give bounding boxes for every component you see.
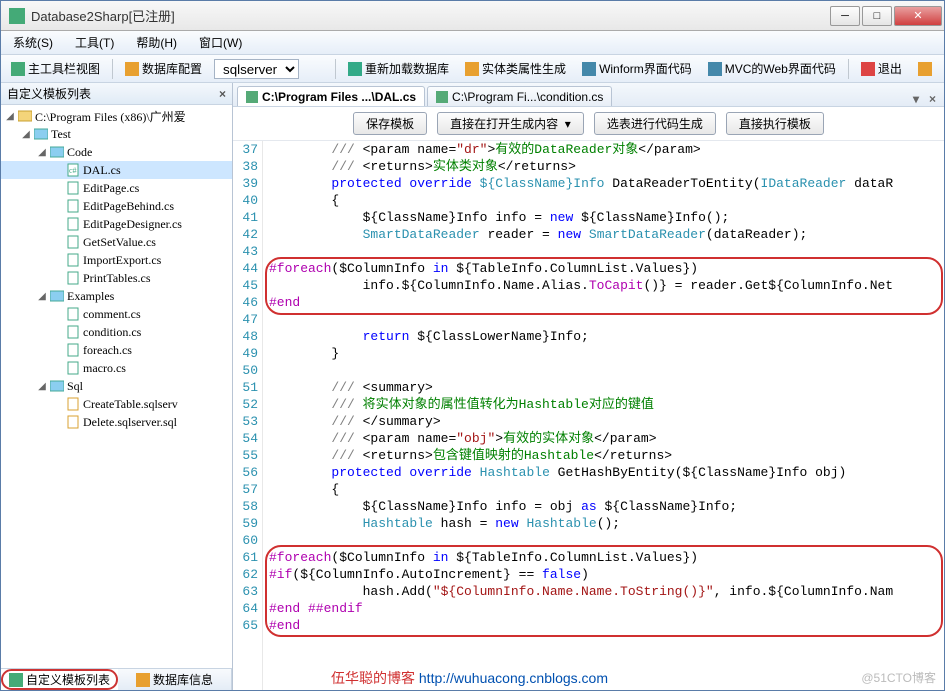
tab-condition[interactable]: C:\Program Fi...\condition.cs <box>427 86 612 106</box>
tree-folder-test[interactable]: ◢Test <box>1 125 232 143</box>
tree-item[interactable]: macro.cs <box>1 359 232 377</box>
maximize-button[interactable]: □ <box>862 6 892 26</box>
code-editor[interactable]: 3738394041424344454647484950515253545556… <box>233 141 944 690</box>
tree-item[interactable]: EditPage.cs <box>1 179 232 197</box>
tree-item[interactable]: EditPageDesigner.cs <box>1 215 232 233</box>
sidebar-header: 自定义模板列表 × <box>1 83 232 105</box>
editor-tabs: C:\Program Files ...\DAL.cs C:\Program F… <box>233 83 944 107</box>
tree-folder-examples[interactable]: ◢Examples <box>1 287 232 305</box>
svg-text:c#: c# <box>69 166 77 175</box>
toolbar-main-view[interactable]: 主工具栏视图 <box>7 58 104 79</box>
sidebar-tab-dbinfo[interactable]: 数据库信息 <box>118 669 232 690</box>
toolbar-mvc-code[interactable]: MVC的Web界面代码 <box>704 58 840 79</box>
tree-folder-code[interactable]: ◢Code <box>1 143 232 161</box>
sidebar-tab-templates[interactable]: 自定义模板列表 <box>1 669 118 690</box>
tab-close-icon[interactable]: × <box>925 92 940 106</box>
tab-dropdown-icon[interactable]: ▾ <box>909 92 923 106</box>
menu-window[interactable]: 窗口(W) <box>195 32 246 53</box>
toolbar-entity-gen[interactable]: 实体类属性生成 <box>461 58 570 79</box>
tree-item[interactable]: Delete.sqlserver.sql <box>1 413 232 431</box>
line-gutter: 3738394041424344454647484950515253545556… <box>233 141 263 690</box>
tree-item[interactable]: PrintTables.cs <box>1 269 232 287</box>
db-select[interactable]: sqlserver <box>214 59 299 79</box>
titlebar: Database2Sharp[已注册] ─ □ ✕ <box>1 1 944 31</box>
toolbar: 主工具栏视图 数据库配置 sqlserver 重新加载数据库 实体类属性生成 W… <box>1 55 944 83</box>
tree-folder-sql[interactable]: ◢Sql <box>1 377 232 395</box>
sidebar-title: 自定义模板列表 <box>7 85 91 102</box>
toolbar-db-config[interactable]: 数据库配置 <box>121 58 206 79</box>
run-template-button[interactable]: 直接执行模板 <box>726 112 824 135</box>
tree-item[interactable]: CreateTable.sqlserv <box>1 395 232 413</box>
menu-system[interactable]: 系统(S) <box>9 32 57 53</box>
toolbar-exit[interactable]: 退出 <box>857 58 906 79</box>
menu-help[interactable]: 帮助(H) <box>132 32 181 53</box>
save-template-button[interactable]: 保存模板 <box>353 112 427 135</box>
tree-item-dal[interactable]: c#DAL.cs <box>1 161 232 179</box>
editor-area: C:\Program Files ...\DAL.cs C:\Program F… <box>233 83 944 690</box>
tree-item[interactable]: ImportExport.cs <box>1 251 232 269</box>
tab-dal[interactable]: C:\Program Files ...\DAL.cs <box>237 86 425 106</box>
watermark: @51CTO博客 <box>861 669 936 686</box>
tree-item[interactable]: condition.cs <box>1 323 232 341</box>
sidebar: 自定义模板列表 × ◢C:\Program Files (x86)\广州爱 ◢T… <box>1 83 233 690</box>
file-tree: ◢C:\Program Files (x86)\广州爱 ◢Test ◢Code … <box>1 105 232 668</box>
tree-item[interactable]: EditPageBehind.cs <box>1 197 232 215</box>
toolbar-winform-code[interactable]: Winform界面代码 <box>578 58 696 79</box>
tree-item[interactable]: foreach.cs <box>1 341 232 359</box>
code-content[interactable]: /// <param name="dr">有效的DataReader对象</pa… <box>263 141 944 690</box>
app-window: Database2Sharp[已注册] ─ □ ✕ 系统(S) 工具(T) 帮助… <box>0 0 945 691</box>
minimize-button[interactable]: ─ <box>830 6 860 26</box>
gen-inline-button[interactable]: 直接在打开生成内容 ▾ <box>437 112 584 135</box>
window-title: Database2Sharp[已注册] <box>31 6 828 25</box>
tree-item[interactable]: comment.cs <box>1 305 232 323</box>
select-table-button[interactable]: 选表进行代码生成 <box>594 112 716 135</box>
menubar: 系统(S) 工具(T) 帮助(H) 窗口(W) <box>1 31 944 55</box>
sidebar-close-icon[interactable]: × <box>219 87 226 101</box>
tree-root[interactable]: ◢C:\Program Files (x86)\广州爱 <box>1 107 232 125</box>
footer-credit: 伍华聪的博客 http://wuhuacong.cnblogs.com <box>331 668 608 688</box>
tree-item[interactable]: GetSetValue.cs <box>1 233 232 251</box>
toolbar-reload-db[interactable]: 重新加载数据库 <box>344 58 453 79</box>
app-icon <box>9 8 25 24</box>
editor-toolbar: 保存模板 直接在打开生成内容 ▾ 选表进行代码生成 直接执行模板 <box>233 107 944 141</box>
close-button[interactable]: ✕ <box>894 6 942 26</box>
footer-link[interactable]: http://wuhuacong.cnblogs.com <box>419 670 608 686</box>
menu-tools[interactable]: 工具(T) <box>71 32 118 53</box>
toolbar-more-icon[interactable] <box>914 60 936 78</box>
